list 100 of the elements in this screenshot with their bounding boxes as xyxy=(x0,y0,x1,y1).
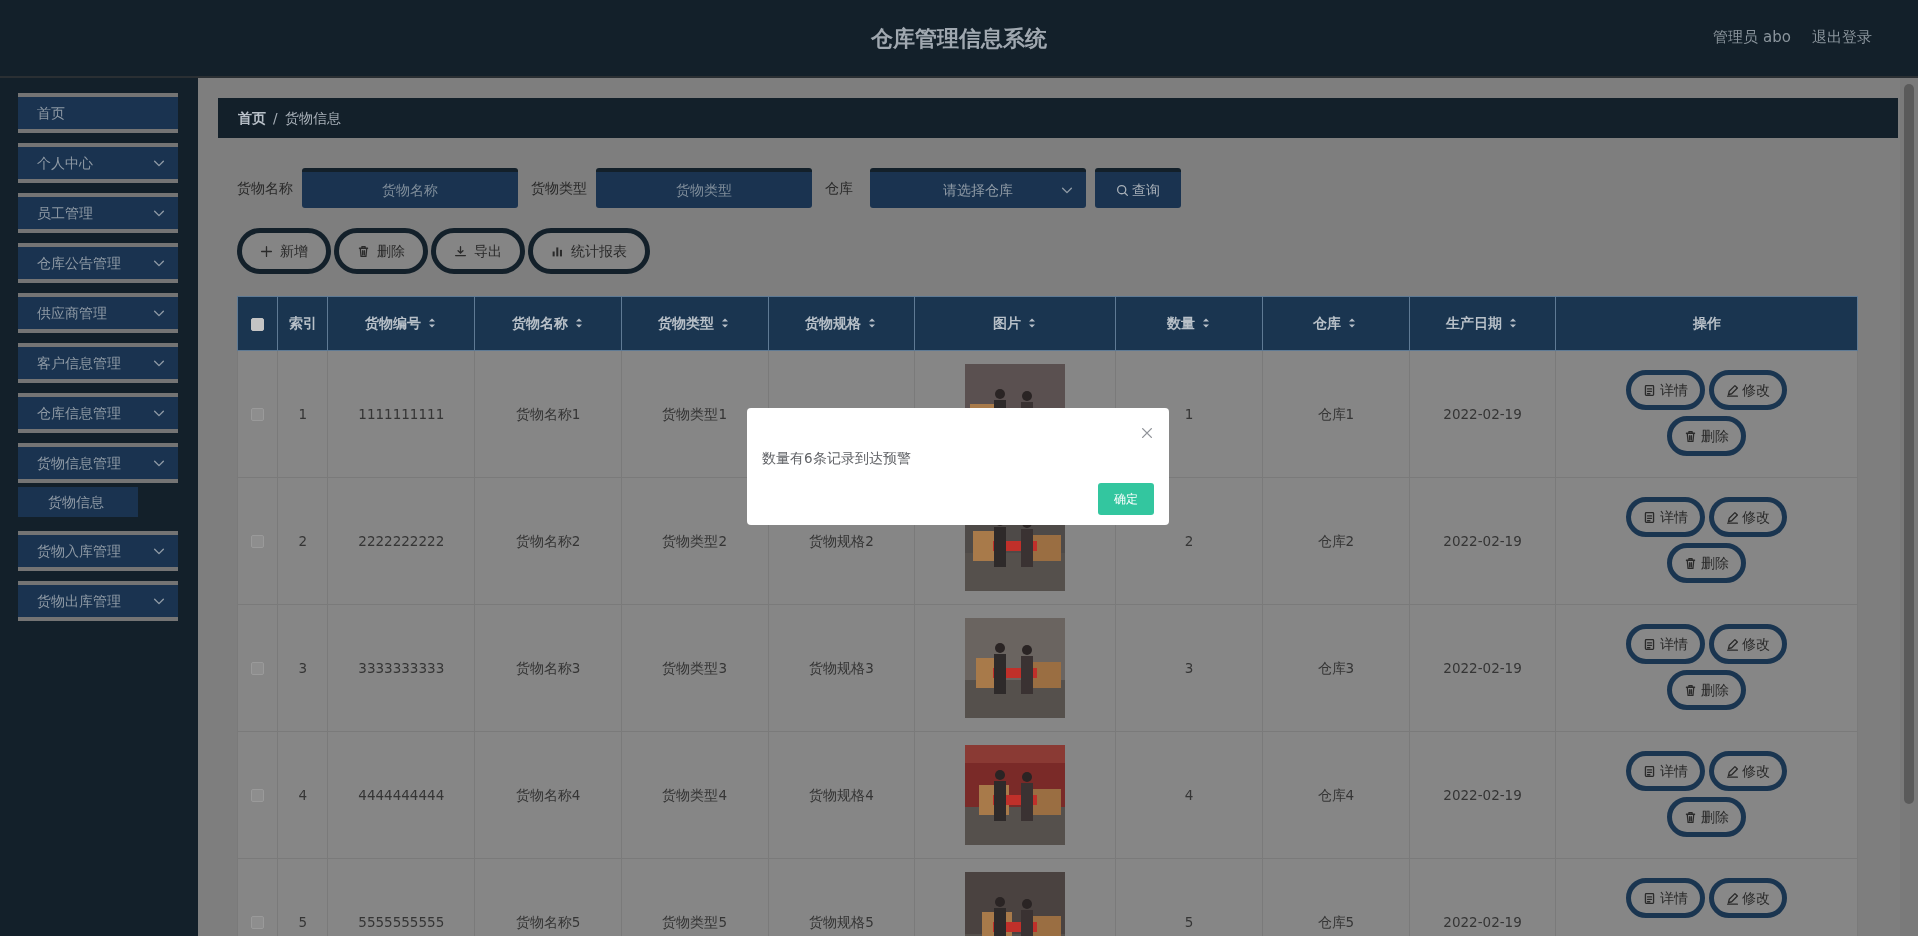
table-cell: 3333333333 xyxy=(358,659,445,676)
sidebar-item[interactable]: 员工管理 xyxy=(18,193,178,233)
delete-button[interactable]: 删除 xyxy=(334,228,428,274)
breadcrumb-separator: / xyxy=(273,108,278,128)
document-icon xyxy=(1643,764,1657,778)
table-cell: 2022-02-19 xyxy=(1443,786,1522,803)
delete-button[interactable]: 删除 xyxy=(1667,797,1746,837)
table-cell: 货物类型2 xyxy=(662,532,727,549)
delete-button[interactable]: 删除 xyxy=(1667,416,1746,456)
sidebar-item[interactable]: 首页 xyxy=(18,93,178,133)
pencil-icon xyxy=(1725,891,1739,905)
detail-button[interactable]: 详情 xyxy=(1626,878,1705,918)
search-icon xyxy=(1115,183,1129,197)
table-cell: 2022-02-19 xyxy=(1443,532,1522,549)
user-name: 管理员 abo xyxy=(1713,27,1791,48)
table-cell: 4 xyxy=(1184,786,1194,803)
trash-icon xyxy=(1684,810,1698,824)
column-header[interactable]: 货物规格 xyxy=(768,296,915,351)
submenu-item[interactable]: 货物信息 xyxy=(18,487,138,517)
detail-button[interactable]: 详情 xyxy=(1626,751,1705,791)
table-cell: 货物名称2 xyxy=(515,532,581,549)
table-cell: 5 xyxy=(1184,913,1194,930)
table-cell: 1 xyxy=(298,405,308,422)
search-button[interactable]: 查询 xyxy=(1095,168,1181,208)
table-cell: 3 xyxy=(298,659,308,676)
edit-button[interactable]: 修改 xyxy=(1708,624,1788,664)
table-cell: 仓库1 xyxy=(1317,405,1355,422)
sidebar-item[interactable]: 仓库信息管理 xyxy=(18,393,178,433)
pencil-icon xyxy=(1725,383,1739,397)
table-cell: 1111111111 xyxy=(358,405,445,422)
document-icon xyxy=(1643,637,1657,651)
table-cell: 2 xyxy=(298,532,308,549)
delete-button[interactable]: 删除 xyxy=(1667,670,1746,710)
delete-button[interactable]: 删除 xyxy=(1667,543,1746,583)
close-icon[interactable] xyxy=(1140,426,1154,440)
table-cell: 2022-02-19 xyxy=(1443,659,1522,676)
plus-icon xyxy=(260,244,273,258)
select-field[interactable]: 请选择仓库 xyxy=(870,168,1086,208)
sidebar-item[interactable]: 个人中心 xyxy=(18,143,178,183)
column-header: 操作 xyxy=(1555,296,1858,351)
detail-button[interactable]: 详情 xyxy=(1626,624,1705,664)
column-header: 索引 xyxy=(277,296,328,351)
scrollbar[interactable] xyxy=(1900,78,1918,936)
export-button[interactable]: 导出 xyxy=(431,228,525,274)
column-header[interactable]: 仓库 xyxy=(1262,296,1410,351)
edit-button[interactable]: 修改 xyxy=(1708,497,1788,537)
column-header[interactable]: 数量 xyxy=(1115,296,1263,351)
column-header[interactable]: 货物编号 xyxy=(327,296,475,351)
pencil-icon xyxy=(1725,764,1739,778)
table-cell: 2022-02-19 xyxy=(1443,405,1522,422)
trash-icon xyxy=(1684,683,1698,697)
column-header[interactable]: 货物类型 xyxy=(621,296,769,351)
table-cell: 货物类型5 xyxy=(662,913,727,930)
trash-icon xyxy=(357,244,370,258)
logout-link[interactable]: 退出登录 xyxy=(1812,26,1872,49)
edit-button[interactable]: 修改 xyxy=(1708,751,1788,791)
table-cell: 2222222222 xyxy=(358,532,445,549)
checkbox[interactable] xyxy=(251,317,265,331)
edit-button[interactable]: 修改 xyxy=(1708,370,1788,410)
sidebar-item[interactable]: 供应商管理 xyxy=(18,293,178,333)
trash-icon xyxy=(1684,556,1698,570)
field-label: 货物类型 xyxy=(531,178,587,198)
document-icon xyxy=(1643,383,1657,397)
table-cell: 仓库5 xyxy=(1317,913,1355,930)
table-cell: 1 xyxy=(1184,405,1194,422)
dialog-message: 数量有6条记录到达预警 xyxy=(762,449,911,468)
document-icon xyxy=(1643,510,1657,524)
sidebar-item[interactable]: 货物信息管理 xyxy=(18,443,178,483)
table-cell: 4444444444 xyxy=(358,786,445,803)
pencil-icon xyxy=(1725,510,1739,524)
table-cell: 货物名称5 xyxy=(515,913,581,930)
table-cell: 货物名称4 xyxy=(515,786,581,803)
table-cell: 5555555555 xyxy=(358,913,445,930)
trash-icon xyxy=(1684,429,1698,443)
add-button[interactable]: 新增 xyxy=(237,228,331,274)
sidebar-item[interactable]: 货物出库管理 xyxy=(18,581,178,621)
sidebar-item[interactable]: 货物入库管理 xyxy=(18,531,178,571)
table-cell: 2022-02-19 xyxy=(1443,913,1522,930)
column-header[interactable]: 货物名称 xyxy=(474,296,622,351)
column-header[interactable]: 生产日期 xyxy=(1409,296,1556,351)
sidebar-item[interactable]: 仓库公告管理 xyxy=(18,243,178,283)
table-cell: 仓库4 xyxy=(1317,786,1355,803)
edit-button[interactable]: 修改 xyxy=(1708,878,1788,918)
detail-button[interactable]: 详情 xyxy=(1626,497,1705,537)
report-button[interactable]: 统计报表 xyxy=(528,228,650,274)
table-cell: 4 xyxy=(298,786,308,803)
table-cell: 货物规格4 xyxy=(809,786,874,803)
table-cell: 货物类型3 xyxy=(662,659,727,676)
breadcrumb-item: 货物信息 xyxy=(284,108,341,128)
input-field[interactable]: 货物名称 xyxy=(302,168,518,208)
table-cell: 货物名称3 xyxy=(515,659,581,676)
table-cell: 货物规格5 xyxy=(809,913,874,930)
document-icon xyxy=(1643,891,1657,905)
column-header[interactable]: 图片 xyxy=(914,296,1116,351)
breadcrumb-link[interactable]: 首页 xyxy=(238,107,266,129)
app-title: 仓库管理信息系统 xyxy=(871,24,1047,53)
sidebar-item[interactable]: 客户信息管理 xyxy=(18,343,178,383)
detail-button[interactable]: 详情 xyxy=(1626,370,1705,410)
input-field[interactable]: 货物类型 xyxy=(596,168,812,208)
bar-chart-icon xyxy=(551,244,564,258)
